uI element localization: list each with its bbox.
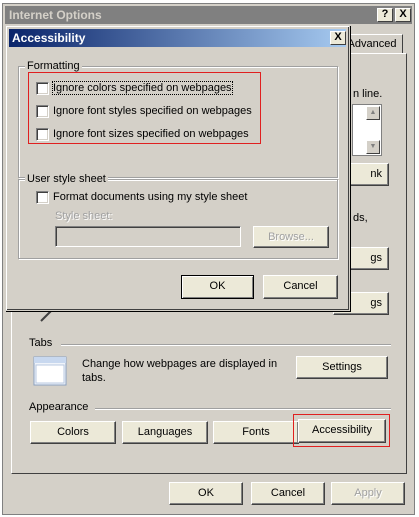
partial-text-1: n line. <box>353 88 383 100</box>
close-icon: X <box>399 8 407 20</box>
scroll-up-arrow[interactable]: ▲ <box>366 106 380 120</box>
accessibility-ok-label: OK <box>209 280 226 292</box>
user-style-sheet-heading: User style sheet <box>25 173 108 185</box>
fonts-button[interactable]: Fonts <box>213 421 299 444</box>
partial-button-2-label: gs <box>370 252 382 264</box>
accessibility-titlebar: Accessibility X <box>9 29 346 47</box>
accessibility-ok-button[interactable]: OK <box>181 275 254 299</box>
internet-options-close-button[interactable]: X <box>395 8 411 22</box>
internet-options-ok-label: OK <box>198 487 214 499</box>
internet-options-ok-button[interactable]: OK <box>169 482 243 505</box>
ignore-font-styles-option[interactable]: Ignore font styles specified on webpages <box>36 104 256 120</box>
ignore-colors-option[interactable]: Ignore colors specified on webpages <box>36 81 256 97</box>
browse-button[interactable]: Browse... <box>253 226 329 248</box>
ignore-colors-checkbox[interactable] <box>36 82 49 95</box>
tabs-heading: Tabs <box>29 337 53 349</box>
tabs-settings-label: Settings <box>322 361 362 373</box>
browse-label: Browse... <box>268 231 314 243</box>
languages-button[interactable]: Languages <box>122 421 208 444</box>
format-documents-label: Format documents using my style sheet <box>53 191 248 203</box>
accessibility-cancel-label: Cancel <box>283 280 318 292</box>
tab-advanced[interactable]: Advanced <box>341 34 403 54</box>
fonts-label: Fonts <box>242 426 270 438</box>
tabs-icon <box>33 356 67 386</box>
internet-options-titlebar: Internet Options ? X <box>5 6 412 24</box>
style-sheet-input[interactable] <box>55 226 241 247</box>
appearance-divider <box>95 408 391 409</box>
accessibility-label: Accessibility <box>312 424 372 436</box>
accessibility-close-button[interactable]: X <box>330 31 346 45</box>
accessibility-dialog: Accessibility X Formatting Ignore colors… <box>5 25 350 311</box>
internet-options-cancel-button[interactable]: Cancel <box>251 482 325 505</box>
accessibility-button[interactable]: Accessibility <box>298 419 386 443</box>
internet-options-title: Internet Options <box>9 8 102 22</box>
languages-label: Languages <box>137 426 193 438</box>
colors-label: Colors <box>57 426 89 438</box>
internet-options-cancel-label: Cancel <box>270 487 306 499</box>
accessibility-cancel-button[interactable]: Cancel <box>263 275 338 299</box>
tabs-description: Change how webpages are displayed in tab… <box>82 358 278 384</box>
tab-advanced-label: Advanced <box>347 38 397 50</box>
ignore-font-sizes-label: Ignore font sizes specified on webpages <box>53 128 249 140</box>
scroll-down-arrow[interactable]: ▼ <box>366 140 380 154</box>
format-documents-option[interactable]: Format documents using my style sheet <box>36 190 276 206</box>
help-icon: ? <box>381 8 389 20</box>
apply-label: Apply <box>354 487 382 499</box>
ignore-font-styles-label: Ignore font styles specified on webpages <box>53 105 252 117</box>
ignore-font-sizes-checkbox[interactable] <box>36 128 49 141</box>
close-icon: X <box>334 31 342 43</box>
formatting-heading: Formatting <box>25 60 82 72</box>
format-documents-checkbox[interactable] <box>36 191 49 204</box>
pen-icon <box>40 310 52 322</box>
appearance-heading: Appearance <box>29 401 89 413</box>
colors-button[interactable]: Colors <box>30 421 116 444</box>
tabs-divider <box>61 344 391 345</box>
apply-button[interactable]: Apply <box>331 482 405 505</box>
partial-text-2: ds, <box>353 212 368 224</box>
tabs-settings-button[interactable]: Settings <box>296 356 388 379</box>
ignore-colors-label: Ignore colors specified on webpages <box>52 81 233 95</box>
ignore-font-sizes-option[interactable]: Ignore font sizes specified on webpages <box>36 127 256 143</box>
accessibility-title: Accessibility <box>12 31 86 45</box>
help-button[interactable]: ? <box>377 8 393 22</box>
home-page-list: ▲ ▼ <box>352 104 382 156</box>
style-sheet-label: Style sheet: <box>55 210 113 222</box>
partial-button-1-label: nk <box>370 168 382 180</box>
ignore-font-styles-checkbox[interactable] <box>36 105 49 118</box>
partial-button-3-label: gs <box>370 297 382 309</box>
